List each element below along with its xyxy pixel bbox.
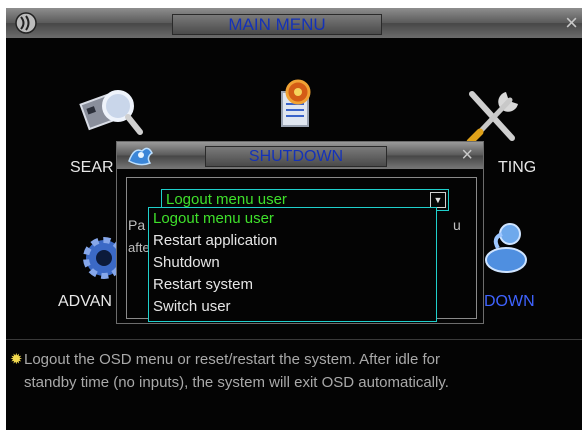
shutdown-dialog-title: SHUTDOWN <box>205 146 387 167</box>
lightbulb-icon: ✹ <box>10 351 23 368</box>
main-menu-title: MAIN MENU <box>172 14 382 35</box>
body-text-fragment: u <box>453 217 461 233</box>
shutdown-menu-item[interactable] <box>480 218 532 276</box>
chevron-down-icon[interactable]: ▼ <box>430 192 446 208</box>
body-text-fragment: afte <box>128 240 150 255</box>
shutdown-dialog-titlebar: SHUTDOWN × <box>117 142 483 169</box>
search-menu-label: SEAR <box>70 159 114 176</box>
setting-menu-item[interactable] <box>462 86 524 146</box>
dialog-logo-icon <box>128 147 153 166</box>
shutdown-dialog-close-icon[interactable]: × <box>461 144 473 167</box>
dropdown-option-logout[interactable]: Logout menu user <box>153 210 274 227</box>
hint-divider <box>6 339 582 340</box>
setting-menu-label: TING <box>498 159 537 176</box>
main-menu-close-icon[interactable]: × <box>565 12 578 34</box>
search-menu-item[interactable] <box>78 80 148 142</box>
user-icon <box>485 223 527 273</box>
advanced-menu-label: ADVAN <box>58 293 112 310</box>
main-menu-titlebar: MAIN MENU × <box>6 8 582 38</box>
record-document-icon <box>281 79 311 127</box>
select-value: Logout menu user <box>166 191 287 208</box>
hint-line-2: standby time (no inputs), the system wil… <box>24 374 449 391</box>
dropdown-option-shutdown[interactable]: Shutdown <box>153 254 220 271</box>
osd-screen: MAIN MENU × SEAR TING ADVAN DOWN SHUTDOW… <box>6 8 582 430</box>
tools-icon <box>466 91 518 146</box>
shutdown-menu-label: DOWN <box>484 293 535 310</box>
hint-line-1: Logout the OSD menu or reset/restart the… <box>24 351 441 368</box>
dropdown-option-restart-application[interactable]: Restart application <box>153 232 277 249</box>
dropdown-option-restart-system[interactable]: Restart system <box>153 276 253 293</box>
body-text-fragment: Pa <box>128 217 146 233</box>
shutdown-type-dropdown: Logout menu user Restart application Shu… <box>148 207 437 322</box>
dropdown-option-switch-user[interactable]: Switch user <box>153 298 231 315</box>
app-logo-icon <box>15 12 37 34</box>
record-menu-item[interactable] <box>274 78 318 128</box>
search-icon <box>79 90 143 135</box>
hint-text: ✹Logout the OSD menu or reset/restart th… <box>10 348 580 394</box>
